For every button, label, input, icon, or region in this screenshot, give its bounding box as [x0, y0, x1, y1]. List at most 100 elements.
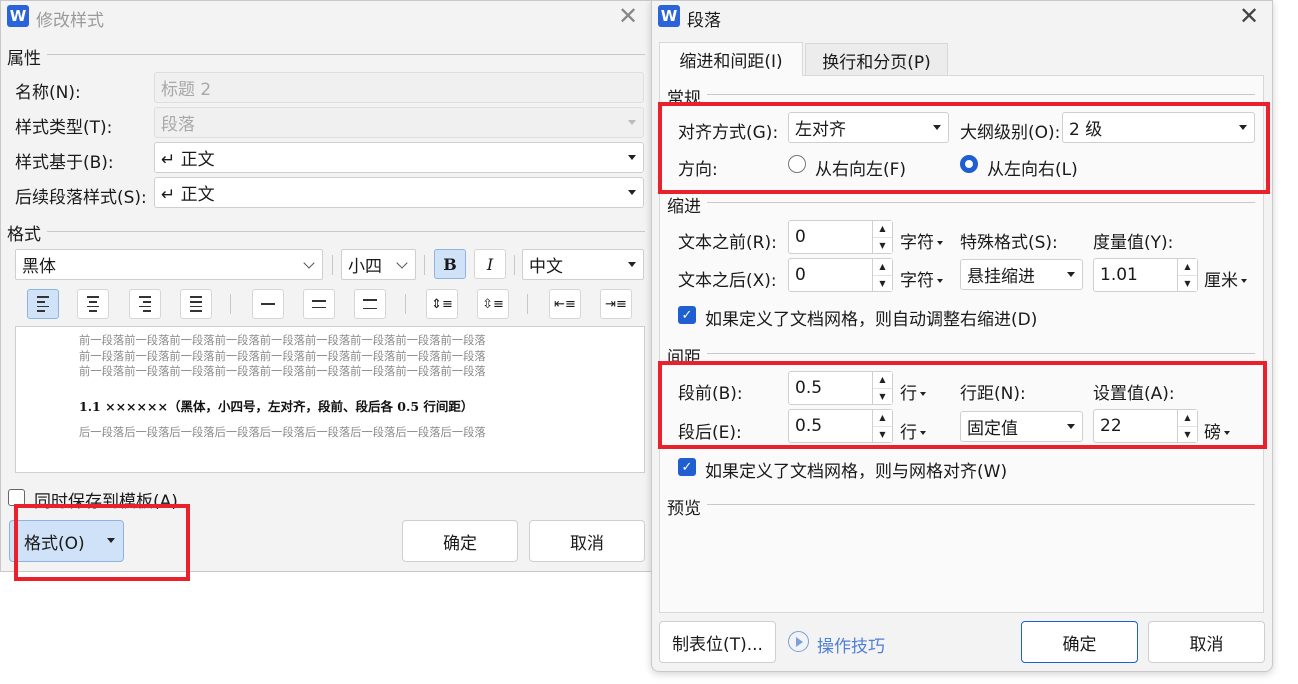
measure-spinner[interactable]: 1.01 ▲ ▼: [1093, 258, 1198, 292]
spin-down-icon[interactable]: ▼: [873, 425, 892, 443]
setting-unit[interactable]: 磅: [1204, 418, 1230, 443]
increase-indent-icon: ⇥≡: [605, 296, 627, 312]
chevron-down-icon: [1239, 124, 1247, 130]
spin-up-icon[interactable]: ▲: [873, 410, 892, 426]
indent-before-spinner[interactable]: 0 ▲ ▼: [788, 220, 893, 254]
spin-up-icon[interactable]: ▲: [1178, 410, 1197, 426]
chevron-down-icon: [396, 257, 408, 269]
following-style-select[interactable]: ↵ 正文: [154, 177, 644, 208]
indent-before-label: 文本之前(R):: [678, 233, 777, 253]
cancel-button[interactable]: 取消: [529, 520, 645, 562]
single-spacing-button[interactable]: [252, 289, 284, 319]
tips-link[interactable]: 操作技巧: [817, 632, 885, 657]
following-style-label: 后续段落样式(S):: [15, 188, 147, 208]
chevron-down-icon: [1067, 423, 1075, 429]
double-spacing-button[interactable]: [354, 289, 386, 319]
align-left-button[interactable]: [27, 289, 59, 319]
snap-grid-label: 如果定义了文档网格，则与网格对齐(W): [705, 462, 1008, 482]
play-icon[interactable]: [788, 631, 809, 652]
section-indent: 缩进: [667, 197, 701, 217]
chevron-down-icon: [933, 124, 941, 130]
section-format: 格式: [7, 225, 41, 245]
setting-value-label: 设置值(A):: [1093, 384, 1175, 404]
decrease-para-spacing-button[interactable]: ⇳≡: [477, 289, 509, 319]
auto-adjust-label: 如果定义了文档网格，则自动调整右缩进(D): [705, 310, 1038, 330]
rtl-radio[interactable]: [788, 155, 806, 173]
dialog-title: 修改样式: [36, 11, 104, 31]
name-label: 名称(N):: [15, 83, 81, 103]
spin-down-icon[interactable]: ▼: [873, 274, 892, 292]
bold-button[interactable]: B: [434, 249, 466, 279]
align-left-icon: [37, 296, 49, 312]
spin-up-icon[interactable]: ▲: [873, 259, 892, 275]
align-center-button[interactable]: [77, 289, 109, 319]
chevron-down-icon: [303, 257, 315, 269]
preview-sample-line: 1.1 ××××××（黑体，小四号，左对齐，段前、段后各 0.5 行间距）: [79, 399, 474, 414]
cancel-button[interactable]: 取消: [1148, 621, 1265, 663]
chevron-down-icon: [628, 189, 636, 195]
justify-button[interactable]: [180, 289, 212, 319]
alignment-select[interactable]: 左对齐: [788, 112, 949, 143]
ok-button[interactable]: 确定: [402, 520, 518, 562]
tab-indent-spacing[interactable]: 缩进和间距(I): [659, 42, 803, 76]
preview-prev-line: 前一段落前一段落前一段落前一段落前一段落前一段落前一段落前一段落前一段落: [79, 365, 486, 378]
justify-icon: [190, 296, 202, 312]
tab-line-page-breaks[interactable]: 换行和分页(P): [805, 43, 948, 77]
italic-button[interactable]: I: [474, 249, 506, 279]
section-preview: 预览: [667, 499, 701, 519]
name-field: 标题 2: [154, 72, 644, 103]
preview-prev-line: 前一段落前一段落前一段落前一段落前一段落前一段落前一段落前一段落前一段落: [79, 349, 486, 363]
script-select[interactable]: 中文: [522, 249, 644, 280]
auto-adjust-checkbox[interactable]: ✓: [678, 306, 696, 324]
line-spacing-label: 行距(N):: [960, 384, 1026, 404]
decrease-indent-button[interactable]: ⇤≡: [549, 289, 581, 319]
modify-style-dialog: W 修改样式 ✕ 属性 名称(N): 标题 2 样式类型(T): 段落 样式基于…: [0, 0, 652, 572]
save-template-checkbox[interactable]: [8, 489, 25, 506]
ltr-radio[interactable]: [960, 155, 978, 173]
chevron-down-icon: [628, 119, 636, 125]
ok-button[interactable]: 确定: [1021, 621, 1138, 663]
one-half-spacing-button[interactable]: [303, 289, 335, 319]
spin-down-icon[interactable]: ▼: [873, 236, 892, 254]
font-size-select[interactable]: 小四: [341, 249, 416, 280]
format-menu-button[interactable]: 格式(O): [9, 520, 124, 562]
special-format-select[interactable]: 悬挂缩进: [960, 259, 1083, 290]
section-spacing: 间距: [667, 348, 701, 368]
spin-down-icon[interactable]: ▼: [1178, 274, 1197, 292]
close-icon[interactable]: ✕: [1239, 4, 1259, 28]
spin-up-icon[interactable]: ▲: [1178, 259, 1197, 275]
double-spacing-icon: [363, 298, 377, 310]
ltr-label: 从左向右(L): [987, 160, 1078, 180]
space-before-spinner[interactable]: 0.5 ▲ ▼: [788, 371, 893, 405]
space-after-label: 段后(E):: [678, 423, 742, 443]
spin-up-icon[interactable]: ▲: [873, 221, 892, 237]
increase-indent-button[interactable]: ⇥≡: [600, 289, 632, 319]
indent-after-spinner[interactable]: 0 ▲ ▼: [788, 258, 893, 292]
tabs-button[interactable]: 制表位(T)...: [659, 621, 776, 663]
wps-logo-icon: W: [658, 5, 680, 27]
outline-level-select[interactable]: 2 级: [1062, 112, 1255, 143]
save-template-label: 同时保存到模板(A): [34, 492, 178, 512]
space-after-unit[interactable]: 行: [900, 418, 926, 443]
chevron-down-icon: [628, 261, 636, 267]
based-on-select[interactable]: ↵ 正文: [154, 142, 644, 173]
font-select[interactable]: 黑体: [15, 249, 323, 280]
space-after-spinner[interactable]: 0.5 ▲ ▼: [788, 409, 893, 443]
preview-next-line: 后一段落后一段落后一段落后一段落后一段落后一段落后一段落后一段落后一段落: [79, 426, 486, 439]
indent-before-unit[interactable]: 字符: [900, 228, 943, 253]
line-spacing-select[interactable]: 固定值: [960, 411, 1083, 442]
increase-para-spacing-button[interactable]: ⇕≡: [426, 289, 458, 319]
close-icon[interactable]: ✕: [618, 4, 638, 28]
wps-logo-icon: W: [7, 5, 29, 27]
align-right-button[interactable]: [129, 289, 161, 319]
measure-unit[interactable]: 厘米: [1204, 266, 1247, 291]
dialog-title: 段落: [687, 11, 721, 31]
setting-value-spinner[interactable]: 22 ▲ ▼: [1093, 409, 1198, 443]
tab-panel: [659, 75, 1264, 613]
indent-after-unit[interactable]: 字符: [900, 266, 943, 291]
spin-down-icon[interactable]: ▼: [873, 387, 892, 405]
spin-up-icon[interactable]: ▲: [873, 372, 892, 388]
space-before-unit[interactable]: 行: [900, 379, 926, 404]
spin-down-icon[interactable]: ▼: [1178, 425, 1197, 443]
snap-grid-checkbox[interactable]: ✓: [678, 458, 696, 476]
